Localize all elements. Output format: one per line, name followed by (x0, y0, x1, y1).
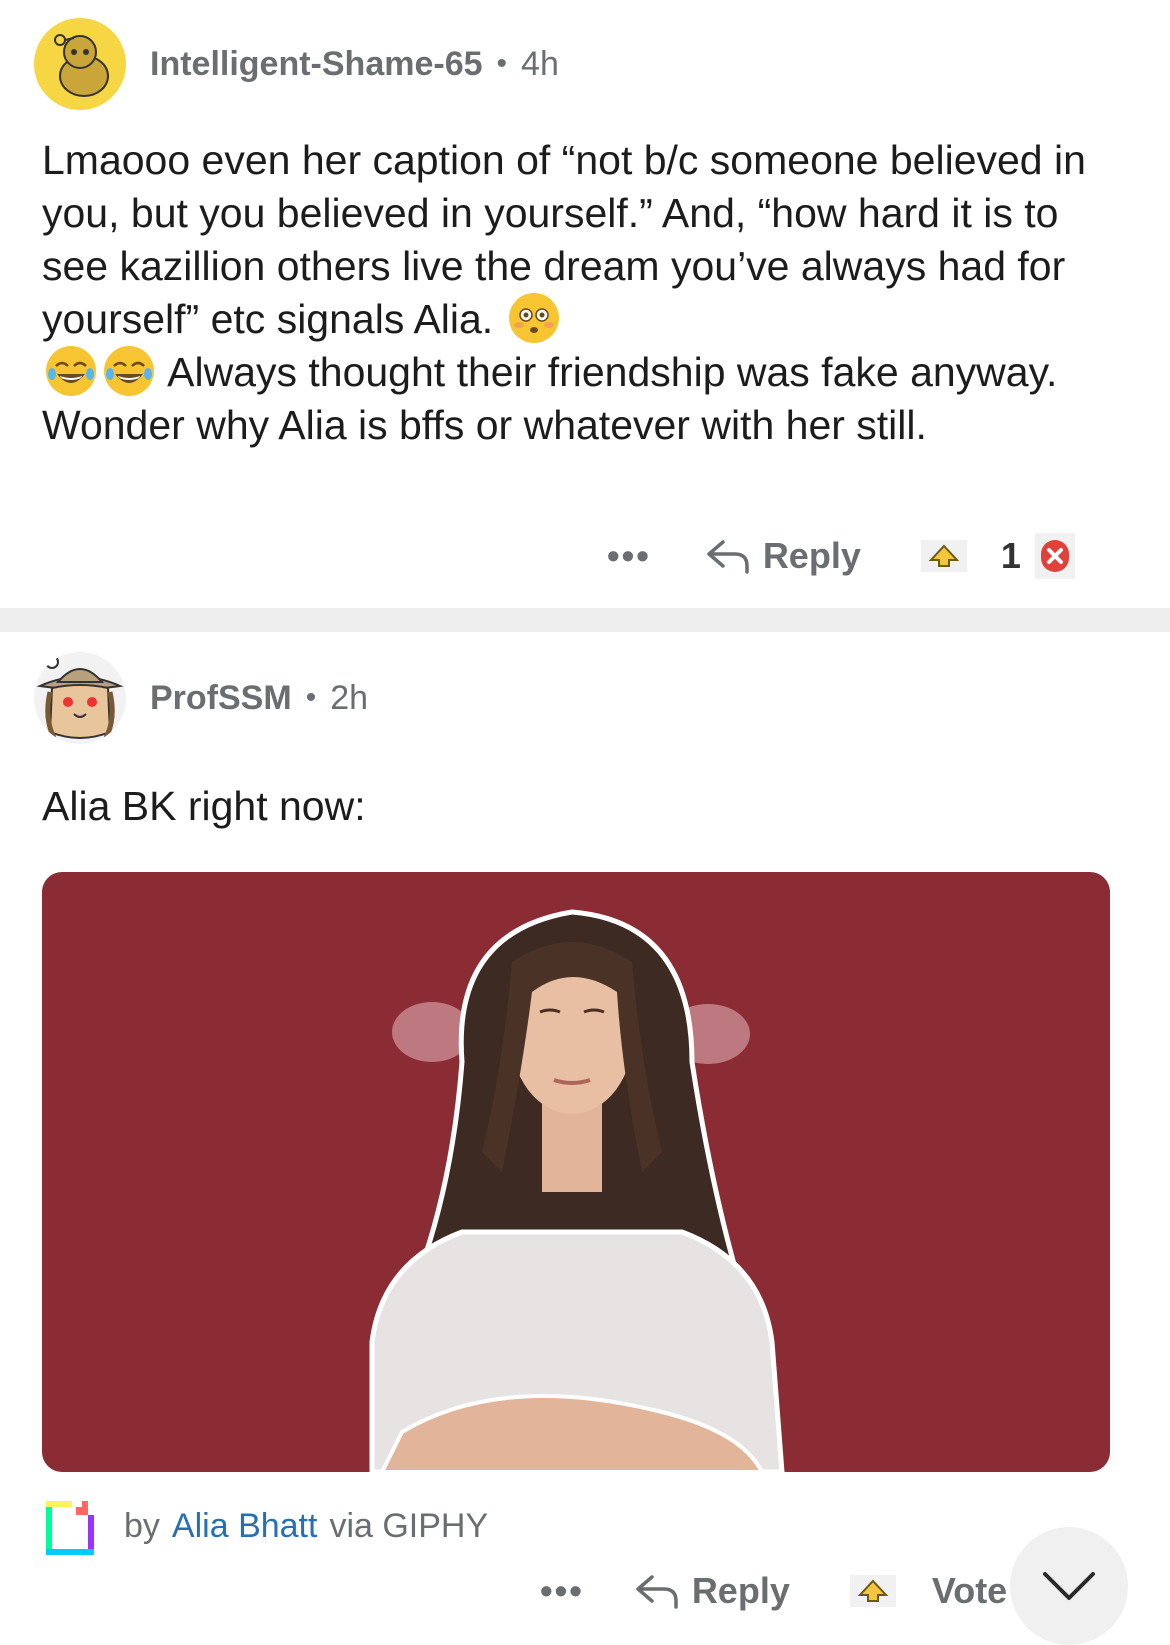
laughing-emoji-icon (104, 346, 154, 396)
attribution-via: via GIPHY (329, 1506, 489, 1545)
reply-arrow-icon (707, 540, 749, 574)
reply-button[interactable]: Reply (705, 535, 861, 577)
username[interactable]: ProfSSM (150, 679, 292, 718)
reply-label: Reply (691, 1570, 790, 1611)
comment-divider (0, 608, 1170, 632)
reply-label: Reply (762, 535, 861, 576)
upvote-icon[interactable] (849, 1575, 896, 1607)
cowboy-avatar-icon[interactable] (34, 652, 126, 744)
flushed-emoji-icon (508, 293, 559, 343)
upvote-icon[interactable] (920, 540, 967, 572)
comment-body: Alia BK right now: (42, 783, 366, 829)
comment-meta: Intelligent-Shame-65 • 4h (150, 45, 559, 84)
more-options-button[interactable]: ••• (607, 535, 651, 577)
reply-button[interactable]: Reply (634, 1570, 790, 1612)
gif-image[interactable] (42, 872, 1110, 1472)
more-options-button[interactable]: ••• (540, 1570, 584, 1612)
comment-actions: ••• Reply 1 (607, 533, 1075, 579)
giphy-logo-icon (46, 1497, 94, 1555)
comment-meta: ProfSSM • 2h (150, 679, 368, 718)
collapse-button[interactable] (1010, 1527, 1128, 1645)
laughing-emoji-icon (46, 346, 96, 396)
comment-header: ProfSSM • 2h (34, 652, 368, 744)
reply-arrow-icon (636, 1575, 678, 1609)
author-link[interactable]: Alia Bhatt (172, 1507, 318, 1546)
comment-actions: ••• Reply Vote (540, 1570, 1007, 1612)
downvote-icon[interactable] (1034, 533, 1075, 579)
attribution-by: by (124, 1506, 160, 1545)
comment-text-part-1: Lmaooo even her caption of “not b/c some… (42, 137, 1098, 342)
comment-body: Lmaooo even her caption of “not b/c some… (42, 134, 1102, 452)
username[interactable]: Intelligent-Shame-65 (150, 45, 483, 84)
timestamp: 2h (330, 678, 369, 717)
vote-count: 1 (1000, 535, 1021, 576)
comment-text-part-2: Always thought their friendship was fake… (42, 349, 1069, 448)
separator-dot: • (305, 681, 317, 714)
snoo-avatar-icon[interactable] (34, 18, 126, 110)
comment-header: Intelligent-Shame-65 • 4h (34, 18, 559, 110)
chevron-down-icon (1043, 1572, 1095, 1600)
gif-attribution: by Alia Bhatt via GIPHY (46, 1497, 488, 1555)
vote-label: Vote (931, 1570, 1008, 1611)
timestamp: 4h (521, 44, 559, 83)
separator-dot: • (496, 47, 508, 80)
